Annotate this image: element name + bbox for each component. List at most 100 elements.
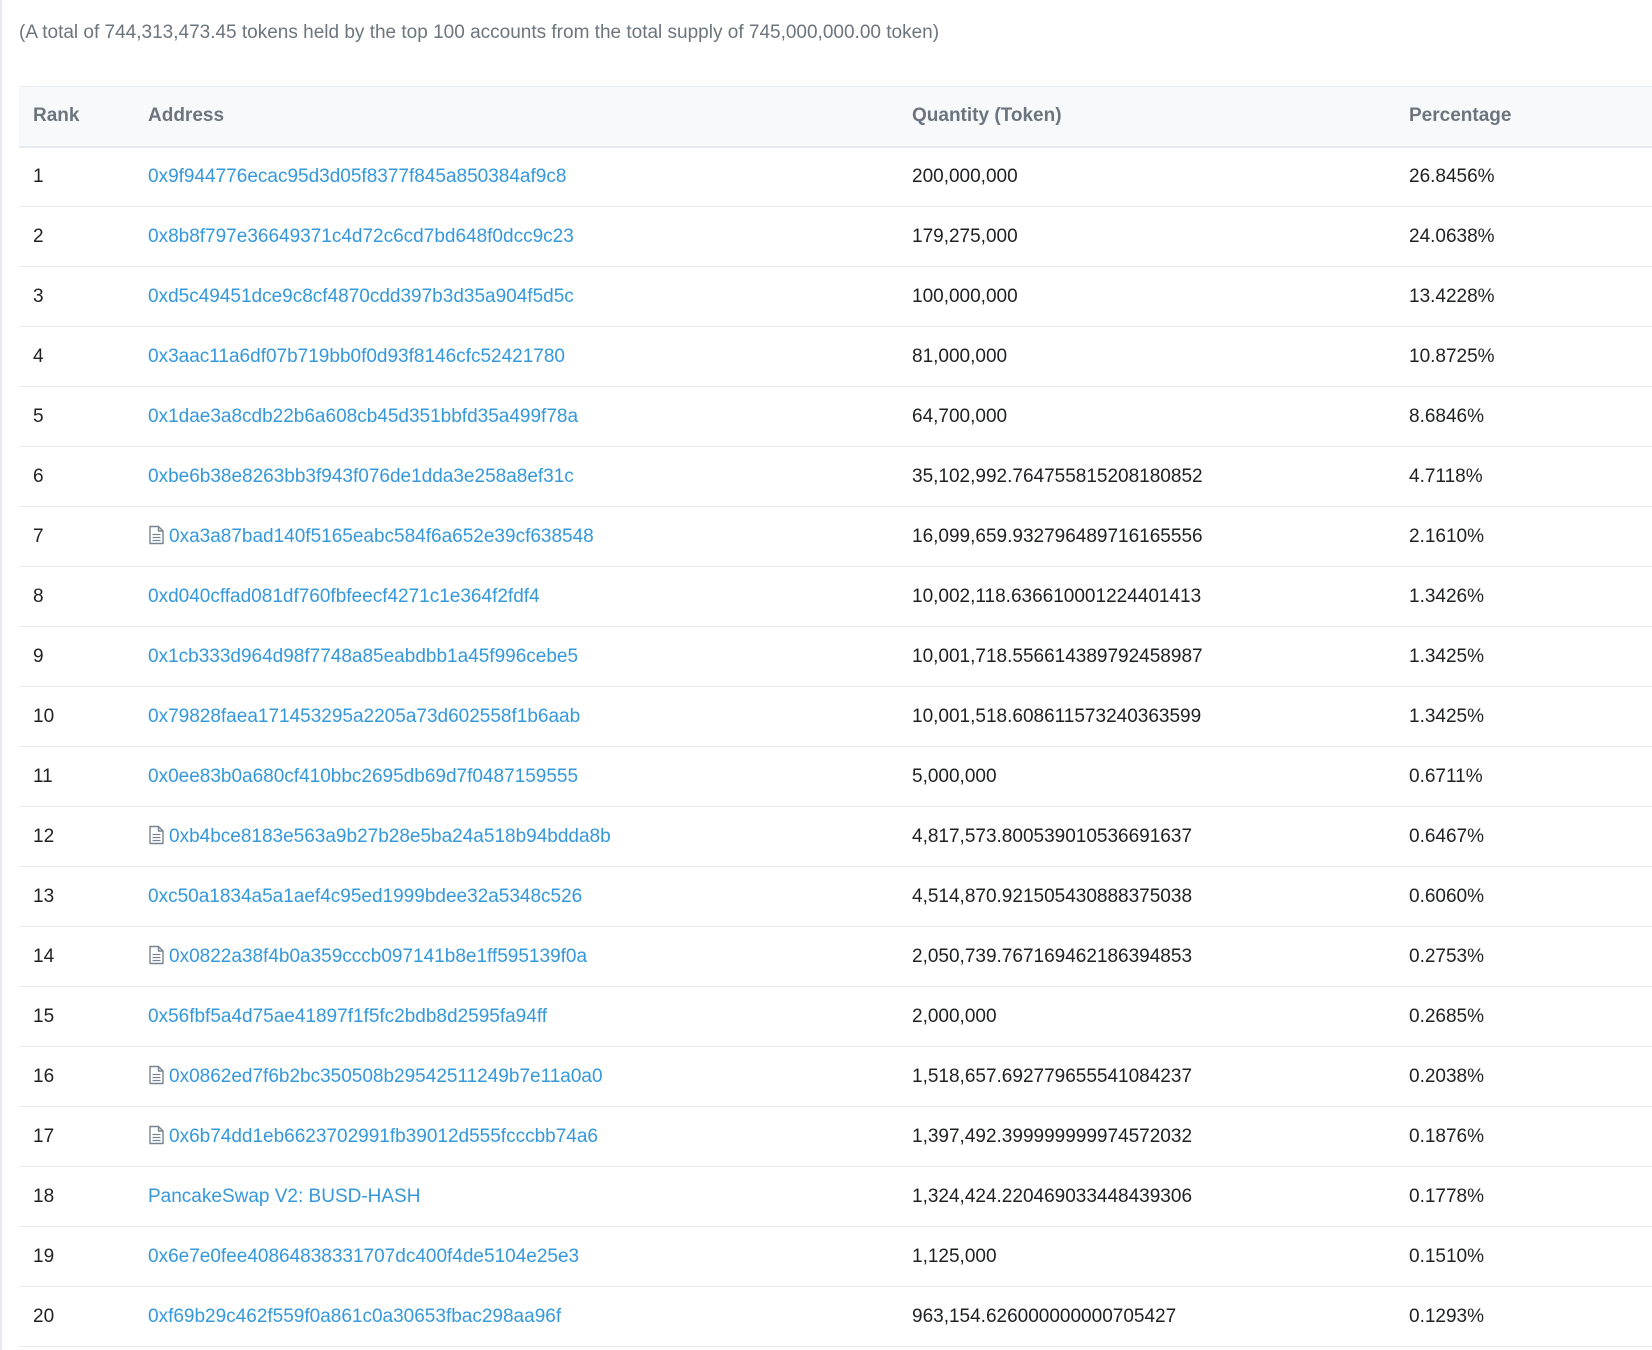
- quantity-cell: 10,002,118.636610001224401413: [912, 585, 1202, 607]
- table-row: 19 0x6e7e0fee40864838331707dc400f4de5104e…: [19, 1227, 1652, 1287]
- address-cell: 0x6e7e0fee40864838331707dc400f4de5104e25…: [134, 1227, 898, 1287]
- rank-cell: 1: [33, 165, 44, 187]
- holder-address-link[interactable]: 0x9f944776ecac95d3d05f8377f845a850384af9…: [148, 166, 566, 187]
- holder-address-link[interactable]: 0x1dae3a8cdb22b6a608cb45d351bbfd35a499f7…: [148, 406, 578, 427]
- address-cell: 0x0822a38f4b0a359cccb097141b8e1ff595139f…: [134, 927, 898, 987]
- address-cell: 0x8b8f797e36649371c4d72c6cd7bd648f0dcc9c…: [134, 207, 898, 267]
- address-cell: 0xc50a1834a5a1aef4c95ed1999bdee32a5348c5…: [134, 867, 898, 927]
- holder-address-link[interactable]: 0x0ee83b0a680cf410bbc2695db69d7f04871595…: [148, 766, 578, 787]
- address-cell: 0xf69b29c462f559f0a861c0a30653fbac298aa9…: [134, 1287, 898, 1347]
- table-row: 7 0xa3a87bad140f5165eabc584f6a652e39cf638…: [19, 507, 1652, 567]
- quantity-cell: 5,000,000: [912, 765, 997, 787]
- percentage-cell: 2.1610%: [1409, 525, 1485, 547]
- rank-cell: 2: [33, 225, 44, 247]
- holder-address-link[interactable]: PancakeSwap V2: BUSD-HASH: [148, 1186, 420, 1207]
- quantity-cell: 100,000,000: [912, 285, 1018, 307]
- table-row: 15 0x56fbf5a4d75ae41897f1f5fc2bdb8d2595fa…: [19, 987, 1652, 1047]
- rank-cell: 16: [33, 1065, 55, 1087]
- holder-address-link[interactable]: 0x6b74dd1eb6623702991fb39012d555fcccbb74…: [169, 1126, 598, 1147]
- file-text-icon: [148, 1125, 165, 1145]
- table-body: 1 0x9f944776ecac95d3d05f8377f845a850384af…: [19, 147, 1652, 1347]
- holder-address-link[interactable]: 0x0862ed7f6b2bc350508b29542511249b7e11a0…: [169, 1066, 603, 1087]
- percentage-cell: 4.7118%: [1409, 465, 1483, 487]
- table-row: 5 0x1dae3a8cdb22b6a608cb45d351bbfd35a499f…: [19, 387, 1652, 447]
- rank-cell: 10: [33, 705, 55, 727]
- quantity-cell: 963,154.626000000000705427: [912, 1305, 1177, 1327]
- table-row: 12 0xb4bce8183e563a9b27b28e5ba24a518b94bd…: [19, 807, 1652, 867]
- holder-address-link[interactable]: 0x3aac11a6df07b719bb0f0d93f8146cfc524217…: [148, 346, 565, 367]
- holder-address-link[interactable]: 0x6e7e0fee40864838331707dc400f4de5104e25…: [148, 1246, 579, 1267]
- holder-address-link[interactable]: 0xf69b29c462f559f0a861c0a30653fbac298aa9…: [148, 1306, 561, 1327]
- holder-address-link[interactable]: 0x1cb333d964d98f7748a85eabdbb1a45f996ceb…: [148, 646, 578, 667]
- address-cell: 0x3aac11a6df07b719bb0f0d93f8146cfc524217…: [134, 327, 898, 387]
- rank-cell: 3: [33, 285, 44, 307]
- quantity-cell: 2,050,739.767169462186394853: [912, 945, 1193, 967]
- table-row: 3 0xd5c49451dce9c8cf4870cdd397b3d35a904f5…: [19, 267, 1652, 327]
- rank-cell: 15: [33, 1005, 55, 1027]
- quantity-cell: 64,700,000: [912, 405, 1008, 427]
- quantity-cell: 1,397,492.399999999974572032: [912, 1125, 1193, 1147]
- quantity-cell: 2,000,000: [912, 1005, 997, 1027]
- table-header-row: Rank Address Quantity (Token) Percentage: [19, 86, 1652, 147]
- holder-address-link[interactable]: 0xa3a87bad140f5165eabc584f6a652e39cf6385…: [169, 526, 594, 547]
- rank-cell: 18: [33, 1185, 55, 1207]
- table-header: Rank Address Quantity (Token) Percentage: [19, 86, 1652, 147]
- percentage-cell: 0.2753%: [1409, 945, 1485, 967]
- holder-address-link[interactable]: 0xb4bce8183e563a9b27b28e5ba24a518b94bdda…: [169, 826, 611, 847]
- file-text-icon: [148, 1065, 165, 1085]
- holder-address-link[interactable]: 0x0822a38f4b0a359cccb097141b8e1ff595139f…: [169, 946, 587, 967]
- percentage-cell: 1.3425%: [1409, 705, 1485, 727]
- rank-cell: 9: [33, 645, 44, 667]
- address-cell: 0xb4bce8183e563a9b27b28e5ba24a518b94bdda…: [134, 807, 898, 867]
- rank-cell: 19: [33, 1245, 55, 1267]
- holder-address-link[interactable]: 0xd5c49451dce9c8cf4870cdd397b3d35a904f5d…: [148, 286, 574, 307]
- quantity-cell: 1,324,424.220469033448439306: [912, 1185, 1193, 1207]
- address-cell: 0x9f944776ecac95d3d05f8377f845a850384af9…: [134, 147, 898, 207]
- holder-address-link[interactable]: 0xbe6b38e8263bb3f943f076de1dda3e258a8ef3…: [148, 466, 574, 487]
- file-text-icon: [148, 525, 165, 545]
- rank-cell: 20: [33, 1305, 55, 1327]
- percentage-cell: 0.1778%: [1409, 1185, 1485, 1207]
- percentage-cell: 0.6060%: [1409, 885, 1485, 907]
- table-row: 1 0x9f944776ecac95d3d05f8377f845a850384af…: [19, 147, 1652, 207]
- quantity-cell: 1,518,657.692779655541084237: [912, 1065, 1193, 1087]
- rank-cell: 17: [33, 1125, 55, 1147]
- rank-cell: 12: [33, 825, 55, 847]
- rank-cell: 13: [33, 885, 55, 907]
- address-cell: 0x79828faea171453295a2205a73d602558f1b6a…: [134, 687, 898, 747]
- table-row: 10 0x79828faea171453295a2205a73d602558f1b…: [19, 687, 1652, 747]
- holder-address-link[interactable]: 0xc50a1834a5a1aef4c95ed1999bdee32a5348c5…: [148, 886, 582, 907]
- address-cell: 0x56fbf5a4d75ae41897f1f5fc2bdb8d2595fa94…: [134, 987, 898, 1047]
- quantity-cell: 35,102,992.764755815208180852: [912, 465, 1203, 487]
- table-row: 9 0x1cb333d964d98f7748a85eabdbb1a45f996ce…: [19, 627, 1652, 687]
- address-cell: 0xd040cffad081df760fbfeecf4271c1e364f2fd…: [134, 567, 898, 627]
- quantity-cell: 10,001,718.556614389792458987: [912, 645, 1203, 667]
- quantity-column-header: Quantity (Token): [912, 105, 1062, 127]
- address-cell: 0xa3a87bad140f5165eabc584f6a652e39cf6385…: [134, 507, 898, 567]
- holders-summary-text: (A total of 744,313,473.45 tokens held b…: [19, 22, 940, 43]
- rank-cell: 11: [33, 765, 53, 787]
- rank-cell: 8: [33, 585, 44, 607]
- address-cell: 0x6b74dd1eb6623702991fb39012d555fcccbb74…: [134, 1107, 898, 1167]
- percentage-cell: 0.6467%: [1409, 825, 1485, 847]
- quantity-cell: 4,514,870.921505430888375038: [912, 885, 1193, 907]
- table-row: 8 0xd040cffad081df760fbfeecf4271c1e364f2f…: [19, 567, 1652, 627]
- file-text-icon: [148, 945, 165, 965]
- rank-cell: 4: [33, 345, 44, 367]
- percentage-cell: 26.8456%: [1409, 165, 1495, 187]
- rank-cell: 5: [33, 405, 44, 427]
- table-row: 13 0xc50a1834a5a1aef4c95ed1999bdee32a5348…: [19, 867, 1652, 927]
- percentage-cell: 24.0638%: [1409, 225, 1495, 247]
- percentage-cell: 0.1293%: [1409, 1305, 1485, 1327]
- address-cell: 0x1dae3a8cdb22b6a608cb45d351bbfd35a499f7…: [134, 387, 898, 447]
- quantity-cell: 10,001,518.608611573240363599: [912, 705, 1202, 727]
- page-left-border: [0, 0, 2, 1350]
- holder-address-link[interactable]: 0x56fbf5a4d75ae41897f1f5fc2bdb8d2595fa94…: [148, 1006, 547, 1027]
- holder-address-link[interactable]: 0xd040cffad081df760fbfeecf4271c1e364f2fd…: [148, 586, 540, 607]
- quantity-cell: 179,275,000: [912, 225, 1018, 247]
- percentage-cell: 0.1510%: [1409, 1245, 1485, 1267]
- quantity-cell: 81,000,000: [912, 345, 1008, 367]
- table-row: 2 0x8b8f797e36649371c4d72c6cd7bd648f0dcc9…: [19, 207, 1652, 267]
- holder-address-link[interactable]: 0x79828faea171453295a2205a73d602558f1b6a…: [148, 706, 580, 727]
- holder-address-link[interactable]: 0x8b8f797e36649371c4d72c6cd7bd648f0dcc9c…: [148, 226, 574, 247]
